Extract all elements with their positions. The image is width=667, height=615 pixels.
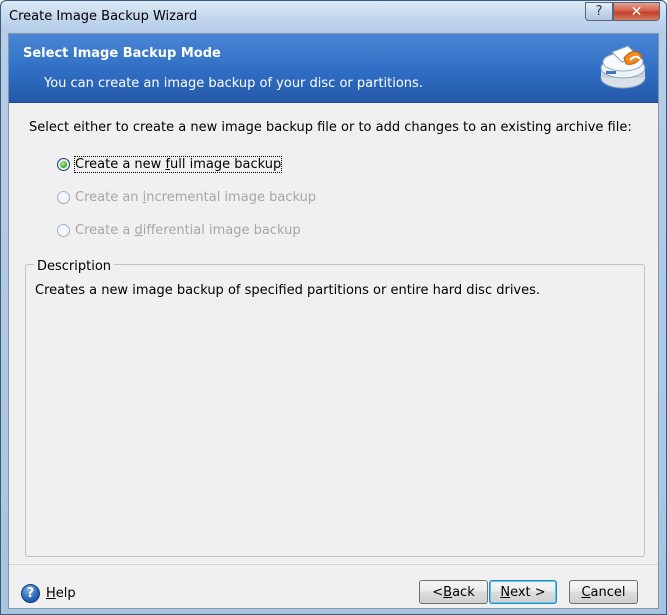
banner-subtitle: You can create an image backup of your d… [44, 76, 423, 91]
radio-full-backup[interactable] [57, 157, 70, 171]
next-button[interactable]: Next > [489, 580, 557, 604]
help-label[interactable]: Help [46, 586, 76, 601]
title-bar[interactable]: Create Image Backup Wizard ? ✕ [1, 1, 666, 33]
backup-disc-logo-icon [600, 45, 646, 89]
radio-incremental-backup[interactable] [57, 190, 70, 204]
cancel-button[interactable]: Cancel [569, 580, 638, 604]
footer-divider [9, 564, 658, 565]
titlebar-help-button[interactable]: ? [585, 2, 613, 21]
option-differential-backup[interactable]: Create a differential image backup [57, 221, 301, 239]
wizard-window: Create Image Backup Wizard ? ✕ Select Im… [0, 0, 667, 615]
radio-differential-backup[interactable] [57, 223, 70, 237]
option-incremental-backup-label[interactable]: Create an incremental image backup [75, 190, 316, 205]
wizard-client-area: Select Image Backup Mode You can create … [8, 33, 659, 609]
help-icon[interactable]: ? [21, 583, 40, 603]
description-title: Description [34, 259, 115, 274]
window-title: Create Image Backup Wizard [9, 9, 198, 24]
description-groupbox [25, 264, 645, 557]
option-incremental-backup[interactable]: Create an incremental image backup [57, 188, 316, 206]
question-mark-icon: ? [595, 4, 603, 19]
header-banner: Select Image Backup Mode You can create … [9, 34, 658, 103]
option-full-backup[interactable]: Create a new full image backup [57, 155, 283, 173]
help-link[interactable]: ? Help [21, 582, 76, 604]
instruction-text: Select either to create a new image back… [29, 120, 632, 135]
banner-title: Select Image Backup Mode [23, 46, 221, 61]
option-full-backup-label[interactable]: Create a new full image backup [73, 155, 283, 173]
back-button[interactable]: < Back [419, 580, 488, 604]
option-differential-backup-label[interactable]: Create a differential image backup [75, 223, 301, 238]
description-text: Creates a new image backup of specified … [35, 283, 541, 298]
close-icon: ✕ [630, 3, 643, 20]
close-button[interactable]: ✕ [613, 2, 660, 21]
